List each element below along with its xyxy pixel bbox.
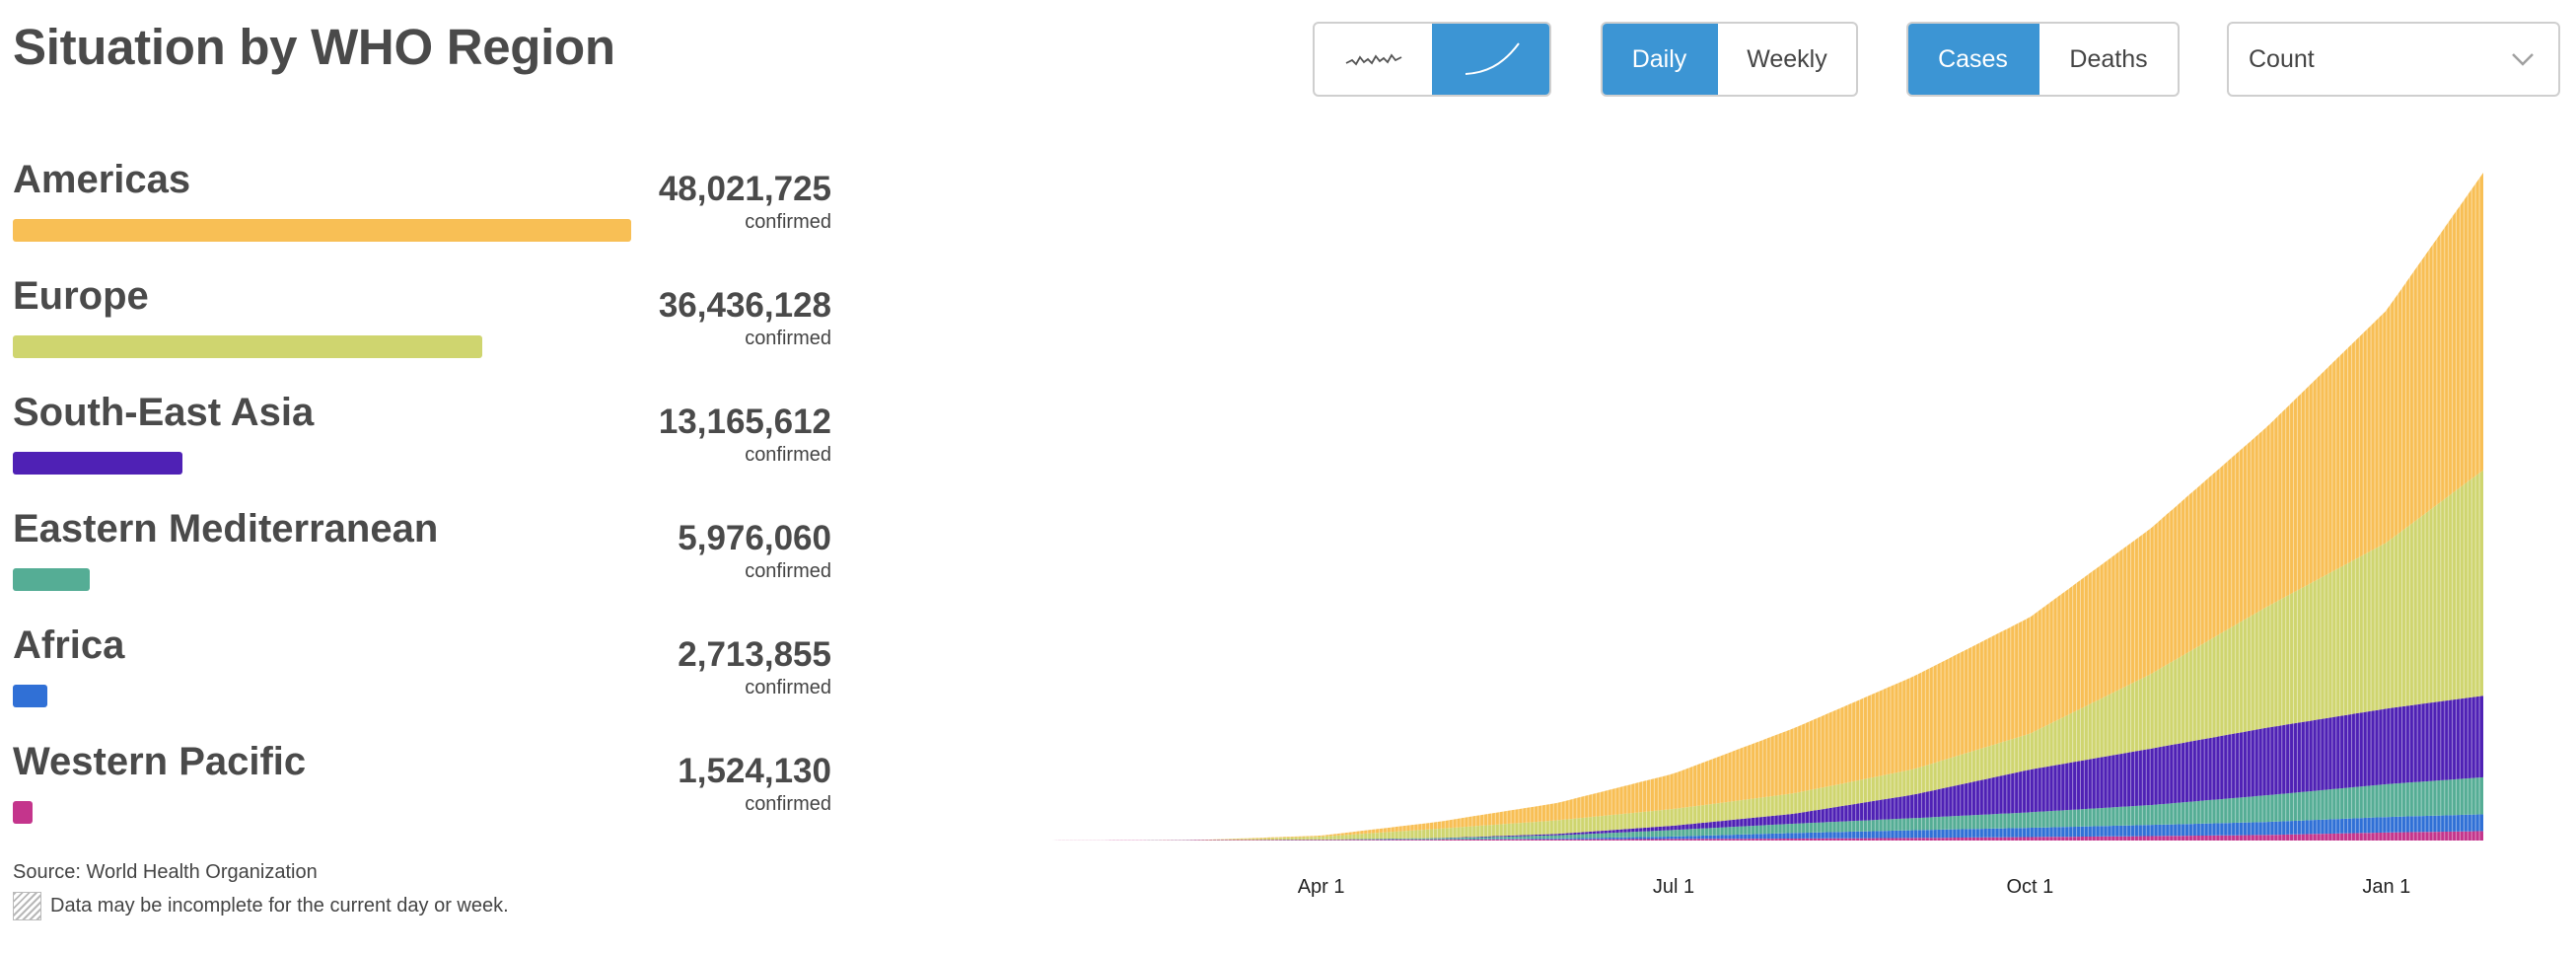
region-name-western-pacific: Western Pacific xyxy=(13,740,307,783)
x-tick-label: Jan 1 xyxy=(2362,876,2410,898)
region-row: Americas 48,021,725 confirmed xyxy=(13,158,831,274)
region-count-south-east-asia: 13,165,612 xyxy=(658,403,831,441)
region-bar-europe xyxy=(13,335,482,358)
metric-toggle: Cases Deaths xyxy=(1906,22,2180,97)
region-name-americas: Americas xyxy=(13,158,191,201)
series-area-africa xyxy=(976,814,2483,841)
chart-type-toggle xyxy=(1313,22,1551,97)
stacked-area-group xyxy=(976,173,2483,841)
region-count-eastern-mediterranean: 5,976,060 xyxy=(678,519,831,557)
region-name-south-east-asia: South-East Asia xyxy=(13,391,315,434)
incomplete-data-note: Data may be incomplete for the current d… xyxy=(13,892,509,920)
region-count-americas: 48,021,725 xyxy=(658,170,831,208)
daily-view-button[interactable] xyxy=(1315,24,1432,95)
region-unit: confirmed xyxy=(745,211,831,233)
x-tick-label: Oct 1 xyxy=(2007,876,2054,898)
region-unit: confirmed xyxy=(745,793,831,815)
series-area-americas xyxy=(976,173,2483,841)
incomplete-data-text: Data may be incomplete for the current d… xyxy=(50,895,509,916)
weekly-button[interactable]: Weekly xyxy=(1716,24,1856,95)
region-row: South-East Asia 13,165,612 confirmed xyxy=(13,391,831,507)
region-row: Western Pacific 1,524,130 confirmed xyxy=(13,740,831,856)
region-name-europe: Europe xyxy=(13,274,149,318)
source-name: World Health Organization xyxy=(86,861,318,883)
scale-select-value: Count xyxy=(2249,44,2315,73)
series-area-europe xyxy=(976,470,2483,841)
region-unit: confirmed xyxy=(745,677,831,698)
cumulative-icon xyxy=(1465,42,1520,75)
page-title: Situation by WHO Region xyxy=(13,19,615,75)
source-label: Source: xyxy=(13,861,81,883)
region-unit: confirmed xyxy=(745,444,831,466)
region-bar-eastern-mediterranean xyxy=(13,568,90,591)
region-row: Eastern Mediterranean 5,976,060 confirmed xyxy=(13,507,831,623)
x-tick-label: Jul 1 xyxy=(1653,876,1694,898)
deaths-button[interactable]: Deaths xyxy=(2038,24,2178,95)
region-bar-africa xyxy=(13,685,47,707)
x-tick-label: Apr 1 xyxy=(1298,876,1345,898)
cases-button[interactable]: Cases xyxy=(1908,24,2038,95)
region-bar-americas xyxy=(13,219,631,242)
series-area-south-east-asia xyxy=(976,696,2483,841)
region-row: Europe 36,436,128 confirmed xyxy=(13,274,831,391)
region-row: Africa 2,713,855 confirmed xyxy=(13,623,831,740)
daily-button[interactable]: Daily xyxy=(1603,24,1716,95)
region-unit: confirmed xyxy=(745,560,831,582)
frequency-toggle: Daily Weekly xyxy=(1601,22,1858,97)
region-unit: confirmed xyxy=(745,328,831,349)
source-line: Source: World Health Organization xyxy=(13,861,318,884)
scale-select[interactable]: Count xyxy=(2227,22,2560,97)
daily-icon xyxy=(1345,53,1401,66)
daily-bar-texture xyxy=(979,173,2480,841)
region-bar-western-pacific xyxy=(13,801,33,824)
region-name-africa: Africa xyxy=(13,623,125,667)
cumulative-view-button[interactable] xyxy=(1432,24,1549,95)
region-name-eastern-mediterranean: Eastern Mediterranean xyxy=(13,507,439,550)
region-count-europe: 36,436,128 xyxy=(658,286,831,325)
region-count-africa: 2,713,855 xyxy=(678,635,831,674)
region-bar-south-east-asia xyxy=(13,452,182,475)
chevron-down-icon xyxy=(2512,53,2534,66)
daily-bar-separators xyxy=(979,173,2480,841)
region-count-western-pacific: 1,524,130 xyxy=(678,752,831,790)
series-area-eastern-mediterranean xyxy=(976,776,2483,841)
hatch-pattern-icon xyxy=(13,892,41,920)
series-area-western-pacific xyxy=(976,831,2483,841)
